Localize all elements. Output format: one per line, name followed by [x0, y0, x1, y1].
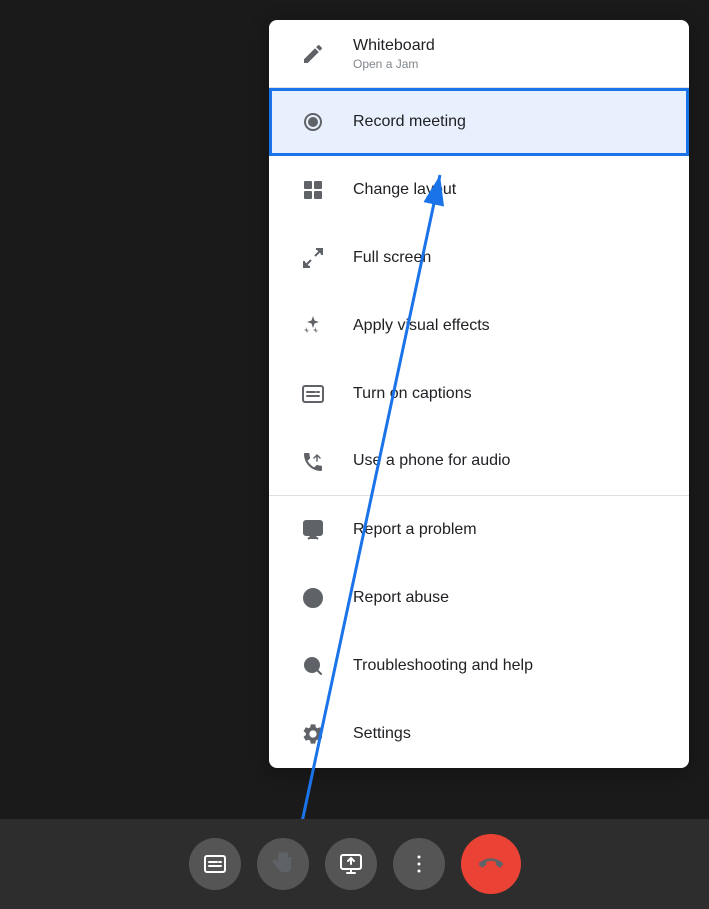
- menu-item-record-meeting[interactable]: Record meeting: [269, 88, 689, 156]
- sparkle-icon: [293, 306, 333, 346]
- phone-icon: [293, 442, 333, 482]
- menu-item-phone-audio[interactable]: Use a phone for audio: [269, 428, 689, 496]
- dropdown-menu: Whiteboard Open a Jam Record meeting Cha…: [269, 20, 689, 768]
- more-options-button[interactable]: [393, 838, 445, 890]
- menu-item-full-screen[interactable]: Full screen: [269, 224, 689, 292]
- fullscreen-icon: [293, 238, 333, 278]
- menu-item-change-layout[interactable]: Change layout: [269, 156, 689, 224]
- phone-audio-label: Use a phone for audio: [353, 451, 510, 472]
- pencil-icon: [293, 34, 333, 74]
- layout-icon: [293, 170, 333, 210]
- toolbar: [0, 819, 709, 909]
- menu-item-visual-effects[interactable]: Apply visual effects: [269, 292, 689, 360]
- whiteboard-label: Whiteboard: [353, 36, 435, 57]
- menu-text-whiteboard: Whiteboard Open a Jam: [353, 36, 435, 71]
- report-problem-icon: [293, 510, 333, 550]
- report-abuse-icon: [293, 578, 333, 618]
- report-problem-label: Report a problem: [353, 520, 477, 541]
- troubleshooting-label: Troubleshooting and help: [353, 656, 533, 677]
- raise-hand-button[interactable]: [257, 838, 309, 890]
- full-screen-label: Full screen: [353, 248, 431, 269]
- troubleshoot-icon: [293, 646, 333, 686]
- visual-effects-label: Apply visual effects: [353, 316, 490, 337]
- captions-button[interactable]: [189, 838, 241, 890]
- end-call-button[interactable]: [461, 834, 521, 894]
- menu-item-captions[interactable]: Turn on captions: [269, 360, 689, 428]
- menu-item-report-abuse[interactable]: Report abuse: [269, 564, 689, 632]
- record-meeting-label: Record meeting: [353, 112, 466, 133]
- whiteboard-sublabel: Open a Jam: [353, 57, 435, 71]
- captions-label: Turn on captions: [353, 384, 472, 405]
- settings-icon: [293, 714, 333, 754]
- menu-item-troubleshooting[interactable]: Troubleshooting and help: [269, 632, 689, 700]
- record-icon: [293, 102, 333, 142]
- change-layout-label: Change layout: [353, 180, 456, 201]
- report-abuse-label: Report abuse: [353, 588, 449, 609]
- menu-item-whiteboard[interactable]: Whiteboard Open a Jam: [269, 20, 689, 88]
- captions-icon: [293, 374, 333, 414]
- menu-item-report-problem[interactable]: Report a problem: [269, 496, 689, 564]
- settings-label: Settings: [353, 724, 411, 745]
- present-button[interactable]: [325, 838, 377, 890]
- menu-item-settings[interactable]: Settings: [269, 700, 689, 768]
